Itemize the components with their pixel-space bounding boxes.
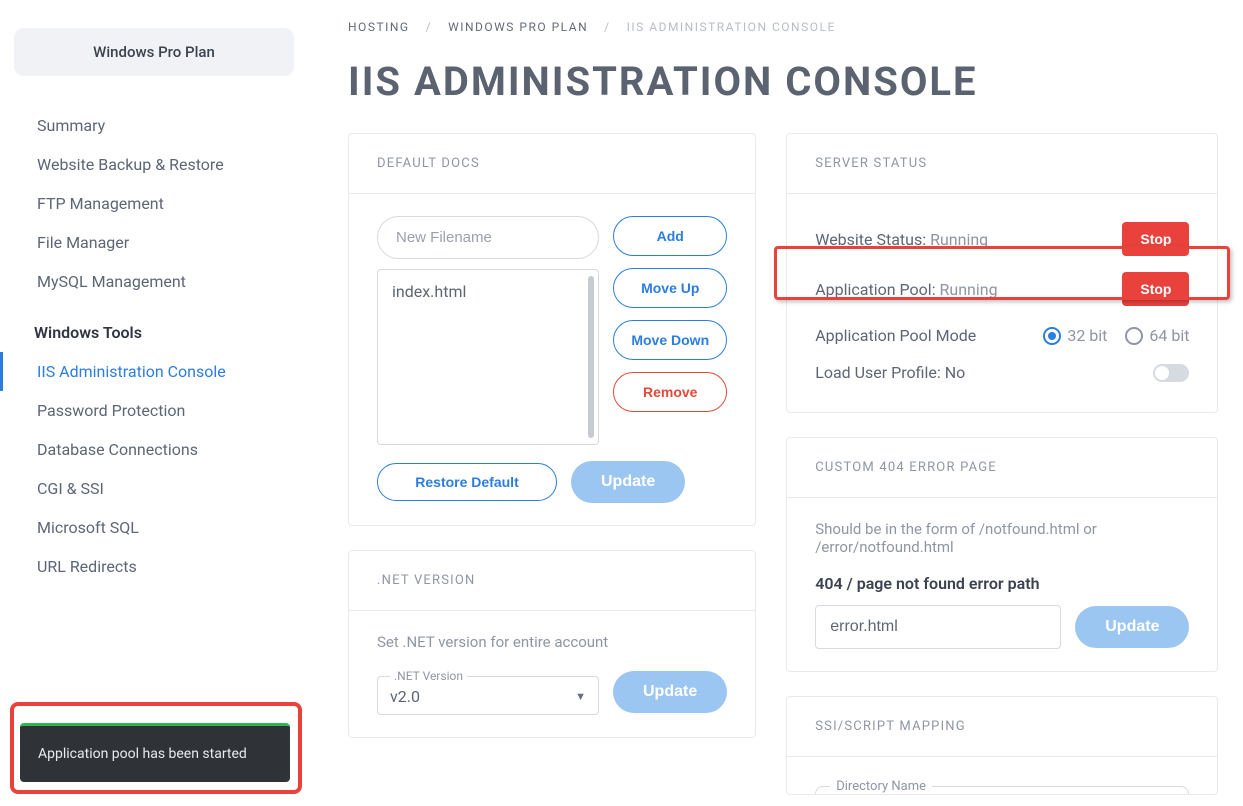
sidebar-item-mysql-management[interactable]: MySQL Management <box>0 262 308 301</box>
update-net-version-button[interactable]: Update <box>613 671 727 713</box>
plan-pill[interactable]: Windows Pro Plan <box>14 28 294 76</box>
sidebar-item-url-redirects[interactable]: URL Redirects <box>0 547 308 586</box>
apppool-status-value: Running <box>940 280 998 299</box>
main-content: HOSTING / WINDOWS PRO PLAN / IIS ADMINIS… <box>308 0 1243 806</box>
right-column: SERVER STATUS Website Status: Running St… <box>786 133 1218 795</box>
move-up-button[interactable]: Move Up <box>613 268 727 308</box>
toggle-knob-icon <box>1155 366 1169 380</box>
radio-selected-icon <box>1043 327 1061 345</box>
sidebar-heading-windows-tools: Windows Tools <box>0 301 308 352</box>
breadcrumb-current: IIS ADMINISTRATION CONSOLE <box>627 20 836 34</box>
custom-404-header: CUSTOM 404 ERROR PAGE <box>787 438 1217 498</box>
default-docs-listbox[interactable]: index.html <box>377 269 599 445</box>
sidebar: Windows Pro Plan Summary Website Backup … <box>0 0 308 806</box>
left-column: DEFAULT DOCS index.html Add <box>348 133 756 795</box>
load-profile-value: No <box>945 363 966 382</box>
custom-404-note: Should be in the form of /notfound.html … <box>815 520 1189 556</box>
apppool-status-label: Application Pool: Running <box>815 280 997 299</box>
sidebar-item-cgi-ssi[interactable]: CGI & SSI <box>0 469 308 508</box>
radio-32bit[interactable]: 32 bit <box>1043 326 1107 345</box>
remove-button[interactable]: Remove <box>613 372 727 412</box>
add-button[interactable]: Add <box>613 216 727 256</box>
net-version-field-label: .NET Version <box>390 669 467 683</box>
stop-website-button[interactable]: Stop <box>1122 222 1189 256</box>
toast-message: Application pool has been started <box>38 746 247 762</box>
load-profile-toggle[interactable] <box>1153 364 1189 382</box>
net-version-note: Set .NET version for entire account <box>377 633 727 651</box>
net-version-card: .NET VERSION Set .NET version for entire… <box>348 550 756 738</box>
sidebar-item-microsoft-sql[interactable]: Microsoft SQL <box>0 508 308 547</box>
sidebar-item-summary[interactable]: Summary <box>0 106 308 145</box>
radio-unselected-icon <box>1125 327 1143 345</box>
sidebar-item-password-protection[interactable]: Password Protection <box>0 391 308 430</box>
sidebar-item-ftp-management[interactable]: FTP Management <box>0 184 308 223</box>
breadcrumb-hosting[interactable]: HOSTING <box>348 20 410 34</box>
custom-404-card: CUSTOM 404 ERROR PAGE Should be in the f… <box>786 437 1218 672</box>
update-docs-button[interactable]: Update <box>571 461 685 503</box>
radio-64bit[interactable]: 64 bit <box>1125 326 1189 345</box>
server-status-card: SERVER STATUS Website Status: Running St… <box>786 133 1218 413</box>
net-version-select[interactable]: .NET Version v2.0 ▼ <box>377 669 599 715</box>
sidebar-item-iis-admin-console[interactable]: IIS Administration Console <box>0 352 308 391</box>
ssi-mapping-card: SSI/SCRIPT MAPPING Directory Name <box>786 696 1218 795</box>
move-down-button[interactable]: Move Down <box>613 320 727 360</box>
breadcrumb-plan[interactable]: WINDOWS PRO PLAN <box>448 20 588 34</box>
scrollbar[interactable] <box>588 276 594 438</box>
custom-404-field-label: 404 / page not found error path <box>815 574 1189 593</box>
stop-apppool-button[interactable]: Stop <box>1122 272 1189 306</box>
caret-down-icon: ▼ <box>575 690 586 703</box>
directory-name-field[interactable]: Directory Name <box>815 779 1189 794</box>
directory-name-label: Directory Name <box>830 779 932 794</box>
custom-404-path-input[interactable] <box>815 605 1061 649</box>
list-item[interactable]: index.html <box>392 280 584 303</box>
website-status-value: Running <box>930 230 988 249</box>
restore-default-button[interactable]: Restore Default <box>377 463 557 501</box>
website-status-label: Website Status: Running <box>815 230 988 249</box>
load-profile-label: Load User Profile: No <box>815 363 965 382</box>
breadcrumb-sep-icon: / <box>426 20 432 34</box>
page-title: IIS ADMINISTRATION CONSOLE <box>348 58 1203 105</box>
new-filename-input[interactable] <box>377 216 599 259</box>
ssi-mapping-header: SSI/SCRIPT MAPPING <box>787 697 1217 757</box>
sidebar-item-database-connections[interactable]: Database Connections <box>0 430 308 469</box>
net-version-value: v2.0 <box>390 687 420 706</box>
breadcrumb-sep-icon: / <box>604 20 610 34</box>
sidebar-item-file-manager[interactable]: File Manager <box>0 223 308 262</box>
server-status-header: SERVER STATUS <box>787 134 1217 194</box>
net-version-header: .NET VERSION <box>349 551 755 611</box>
default-docs-card: DEFAULT DOCS index.html Add <box>348 133 756 526</box>
default-docs-header: DEFAULT DOCS <box>349 134 755 194</box>
apppool-mode-label: Application Pool Mode <box>815 326 976 345</box>
sidebar-item-backup-restore[interactable]: Website Backup & Restore <box>0 145 308 184</box>
toast-notification: Application pool has been started <box>20 723 290 782</box>
breadcrumb: HOSTING / WINDOWS PRO PLAN / IIS ADMINIS… <box>348 20 1203 34</box>
update-404-button[interactable]: Update <box>1075 606 1189 648</box>
